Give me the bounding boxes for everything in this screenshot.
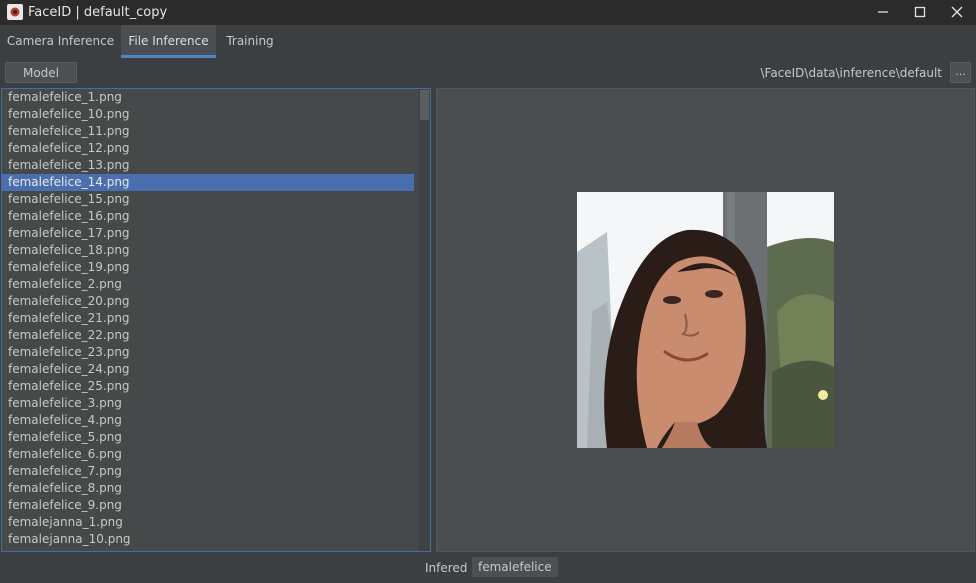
list-item[interactable]: femalefelice_25.png [2,378,414,395]
inferred-value: femalefelice [472,557,558,577]
title-bar: FaceID | default_copy [0,0,976,25]
list-item[interactable]: femalefelice_24.png [2,361,414,378]
model-button[interactable]: Model [5,62,77,83]
list-item[interactable]: femalejanna_1.png [2,514,414,531]
close-icon [951,6,963,18]
list-item[interactable]: femalefelice_20.png [2,293,414,310]
list-item[interactable]: femalefelice_18.png [2,242,414,259]
inferred-label: Infered [425,561,468,575]
list-item[interactable]: femalefelice_2.png [2,276,414,293]
list-item[interactable]: femalejanna_10.png [2,531,414,548]
app-logo-icon [7,4,23,20]
list-item[interactable]: femalefelice_5.png [2,429,414,446]
tab-file-inference[interactable]: File Inference [121,25,216,58]
file-list-scrollbar[interactable] [419,89,430,551]
close-button[interactable] [938,0,976,25]
list-item[interactable]: femalefelice_11.png [2,123,414,140]
list-item[interactable]: femalefelice_19.png [2,259,414,276]
tab-training[interactable]: Training [216,25,284,58]
minimize-icon [878,11,888,13]
tab-bar: Camera Inference File Inference Training [0,25,976,58]
minimize-button[interactable] [864,0,902,25]
list-item[interactable]: femalefelice_9.png [2,497,414,514]
preview-face-image [577,192,834,448]
list-item[interactable]: femalefelice_10.png [2,106,414,123]
status-bar: Infered femalefelice [0,553,976,583]
file-list-items: femalefelice_1.png femalefelice_10.png fem… [2,89,430,548]
list-item[interactable]: femalefelice_13.png [2,157,414,174]
list-item[interactable]: femalefelice_23.png [2,344,414,361]
list-item[interactable]: femalefelice_12.png [2,140,414,157]
list-item[interactable]: femalefelice_17.png [2,225,414,242]
list-item[interactable]: femalefelice_15.png [2,191,414,208]
window-title: FaceID | default_copy [28,5,168,20]
toolbar: Model \FaceID\data\inference\default ... [0,58,976,88]
maximize-button[interactable] [901,0,939,25]
list-item[interactable]: femalefelice_4.png [2,412,414,429]
file-list[interactable]: femalefelice_1.png femalefelice_10.png fem… [1,88,431,552]
tab-camera-inference[interactable]: Camera Inference [0,25,121,58]
list-item[interactable]: femalefelice_22.png [2,327,414,344]
list-item[interactable]: femalefelice_3.png [2,395,414,412]
scrollbar-thumb[interactable] [420,90,429,120]
list-item[interactable]: femalefelice_21.png [2,310,414,327]
inference-path: \FaceID\data\inference\default [760,66,942,80]
list-item[interactable]: femalefelice_7.png [2,463,414,480]
list-item[interactable]: femalefelice_6.png [2,446,414,463]
maximize-icon [914,6,926,18]
image-preview-panel [436,88,975,552]
list-item[interactable]: femalefelice_14.png [2,174,414,191]
list-item[interactable]: femalefelice_8.png [2,480,414,497]
browse-button[interactable]: ... [950,62,971,83]
list-item[interactable]: femalefelice_1.png [2,89,414,106]
list-item[interactable]: femalefelice_16.png [2,208,414,225]
